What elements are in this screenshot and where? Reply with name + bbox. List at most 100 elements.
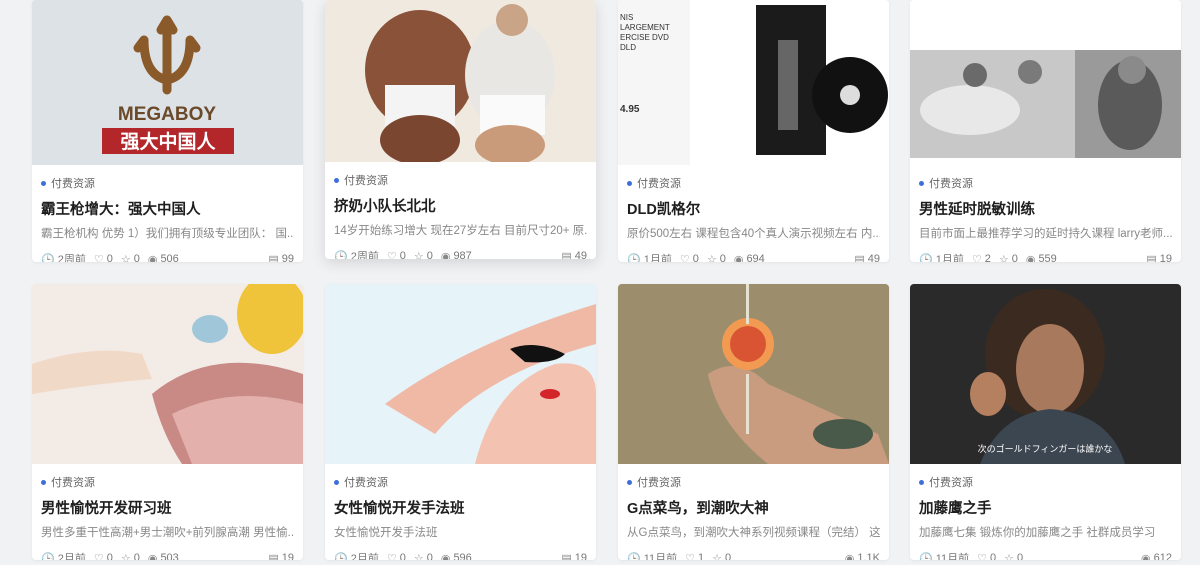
resource-card-7[interactable]: 付费资源 G点菜鸟，到潮吹大神 从G点菜鸟，到潮吹大神系列视频课程（完结） 这.… [618, 284, 889, 560]
favorite-button[interactable]: ☆ 0 [413, 552, 433, 561]
trident-logo-image: MEGABOY 强大中国人 [32, 0, 303, 165]
illustration-image [325, 284, 596, 464]
card-category[interactable]: 付费资源 [41, 474, 294, 490]
card-description: 霸王枪机构 优势 1）我们拥有顶级专业团队： 国... [41, 228, 294, 240]
resource-card-3[interactable]: NIS LARGEMENT ERCISE DVD DLD 4.95 付费资源 D… [618, 0, 889, 262]
card-meta: 🕒 1月前 ♡ 0 ☆ 0 ◉ 694 ▤ 49 [627, 251, 880, 262]
favorite-button[interactable]: ☆ 0 [998, 253, 1018, 263]
star-icon: ☆ [120, 253, 131, 263]
card-title[interactable]: 男性延时脱敏训练 [919, 198, 1172, 219]
resource-card-8[interactable]: 次のゴールドフィンガーは誰かな 付费资源 加藤鹰之手 加藤鹰七集 锻炼你的加藤鹰… [910, 284, 1181, 560]
eye-icon: ◉ [1025, 253, 1036, 263]
stack-icon: ▤ [561, 552, 572, 561]
category-dot-icon [627, 479, 632, 485]
star-icon: ☆ [413, 250, 424, 260]
clock-icon: 🕒 [627, 552, 641, 561]
favorite-button[interactable]: ☆ 0 [120, 253, 140, 263]
card-description: 男性多重干性高潮+男士潮吹+前列腺高潮 男性愉... [41, 527, 294, 539]
stack-icon: ▤ [1146, 253, 1157, 263]
card-title[interactable]: 加藤鹰之手 [919, 497, 1172, 518]
star-icon: ☆ [413, 552, 424, 561]
eye-icon: ◉ [440, 250, 451, 260]
couple-photo-image [910, 0, 1181, 165]
like-button[interactable]: ♡ 0 [94, 253, 113, 262]
card-meta: 🕒 2周前 ♡ 0 ☆ 0 ◉ 506 ▤ 99 [41, 251, 294, 262]
star-icon: ☆ [120, 552, 131, 561]
like-button[interactable]: ♡ 0 [679, 253, 699, 263]
favorite-button[interactable]: ☆ 0 [706, 253, 726, 263]
heart-icon: ♡ [977, 552, 987, 561]
card-description: 原价500左右 课程包含40个真人演示视频左右 内... [627, 228, 880, 240]
resource-card-2[interactable]: 付费资源 挤奶小队长北北 14岁开始练习增大 现在27岁左右 目前尺寸20+ 原… [325, 0, 596, 259]
card-category[interactable]: 付费资源 [41, 175, 294, 191]
card-thumbnail[interactable] [618, 284, 889, 464]
card-thumbnail[interactable] [325, 0, 596, 162]
portrait-photo-image: 次のゴールドフィンガーは誰かな [910, 284, 1181, 464]
clock-icon: 🕒 [627, 253, 641, 263]
card-category[interactable]: 付费资源 [334, 474, 587, 490]
like-button[interactable]: ♡ 0 [94, 552, 113, 560]
card-title[interactable]: 挤奶小队长北北 [334, 195, 587, 216]
card-thumbnail[interactable]: NIS LARGEMENT ERCISE DVD DLD 4.95 [618, 0, 889, 165]
svg-text:ERCISE DVD: ERCISE DVD [620, 33, 669, 42]
stack-icon: ▤ [561, 250, 572, 260]
card-category[interactable]: 付费资源 [919, 175, 1172, 191]
star-icon: ☆ [706, 253, 717, 263]
svg-text:4.95: 4.95 [620, 104, 640, 115]
resource-card-1[interactable]: MEGABOY 强大中国人 付费资源 霸王枪增大：强大中国人 霸王枪机构 优势 … [32, 0, 303, 262]
favorite-button[interactable]: ☆ 0 [120, 552, 140, 561]
like-button[interactable]: ♡ 1 [685, 552, 704, 561]
category-dot-icon [919, 180, 924, 186]
star-icon: ☆ [998, 253, 1009, 263]
favorite-button[interactable]: ☆ 0 [712, 552, 731, 560]
card-title[interactable]: 男性愉悦开发研习班 [41, 497, 294, 518]
svg-text:NIS: NIS [620, 13, 633, 22]
card-category[interactable]: 付费资源 [627, 474, 880, 490]
resource-card-6[interactable]: 付费资源 女性愉悦开发手法班 女性愉悦开发手法班 🕒 2月前 ♡ 0 ☆ 0 ◉ 596… [325, 284, 596, 560]
clock-icon: 🕒 [334, 250, 348, 260]
card-description: 从G点菜鸟，到潮吹大神系列视频课程（完结） 这... [627, 527, 880, 539]
category-dot-icon [41, 479, 46, 485]
heart-icon: ♡ [971, 253, 982, 263]
heart-icon: ♡ [685, 552, 695, 561]
resource-card-5[interactable]: 付费资源 男性愉悦开发研习班 男性多重干性高潮+男士潮吹+前列腺高潮 男性愉..… [32, 284, 303, 560]
favorite-button[interactable]: ☆ 0 [1004, 552, 1023, 561]
card-title[interactable]: 女性愉悦开发手法班 [334, 497, 587, 518]
card-category[interactable]: 付费资源 [334, 172, 587, 188]
svg-text:强大中国人: 强大中国人 [120, 130, 216, 153]
grapefruit-photo-image [618, 284, 889, 464]
heart-icon: ♡ [679, 253, 690, 263]
star-icon: ☆ [1004, 552, 1014, 561]
card-meta: 🕒 2月前 ♡ 0 ☆ 0 ◉ 596 ▤ 19 [334, 550, 587, 560]
card-thumbnail[interactable] [32, 284, 303, 464]
like-button[interactable]: ♡ 2 [971, 253, 991, 263]
resource-card-4[interactable]: 付费资源 男性延时脱敏训练 目前市面上最推荐学习的延时持久课程 larry老师.… [910, 0, 1181, 262]
card-title[interactable]: 霸王枪增大：强大中国人 [41, 198, 294, 219]
stack-icon: ▤ [268, 552, 279, 561]
card-title[interactable]: G点菜鸟，到潮吹大神 [627, 497, 880, 518]
stack-icon: ▤ [268, 253, 279, 263]
card-thumbnail[interactable]: MEGABOY 强大中国人 [32, 0, 303, 165]
card-thumbnail[interactable] [910, 0, 1181, 165]
card-category[interactable]: 付费资源 [627, 175, 880, 191]
card-meta: 🕒 11月前 ♡ 0 ☆ 0 ◉ 612 [919, 550, 1172, 560]
card-title[interactable]: DLD凯格尔 [627, 198, 880, 219]
like-button[interactable]: ♡ 0 [386, 552, 406, 561]
card-thumbnail[interactable]: 次のゴールドフィンガーは誰かな [910, 284, 1181, 464]
heart-icon: ♡ [386, 552, 397, 561]
category-dot-icon [41, 180, 46, 186]
card-thumbnail[interactable] [325, 284, 596, 464]
category-dot-icon [334, 479, 339, 485]
card-description: 目前市面上最推荐学习的延时持久课程 larry老师... [919, 228, 1172, 240]
card-meta: 🕒 1月前 ♡ 2 ☆ 0 ◉ 559 ▤ 19 [919, 251, 1172, 262]
like-button[interactable]: ♡ 0 [386, 250, 406, 260]
svg-text:DLD: DLD [620, 43, 636, 52]
favorite-button[interactable]: ☆ 0 [413, 250, 433, 260]
heart-icon: ♡ [386, 250, 397, 260]
like-button[interactable]: ♡ 0 [977, 552, 996, 561]
clock-icon: 🕒 [919, 253, 933, 263]
card-description: 14岁开始练习增大 现在27岁左右 目前尺寸20+ 原... [334, 225, 587, 237]
eye-icon: ◉ [1141, 552, 1151, 561]
card-category[interactable]: 付费资源 [919, 474, 1172, 490]
eye-icon: ◉ [844, 552, 855, 561]
